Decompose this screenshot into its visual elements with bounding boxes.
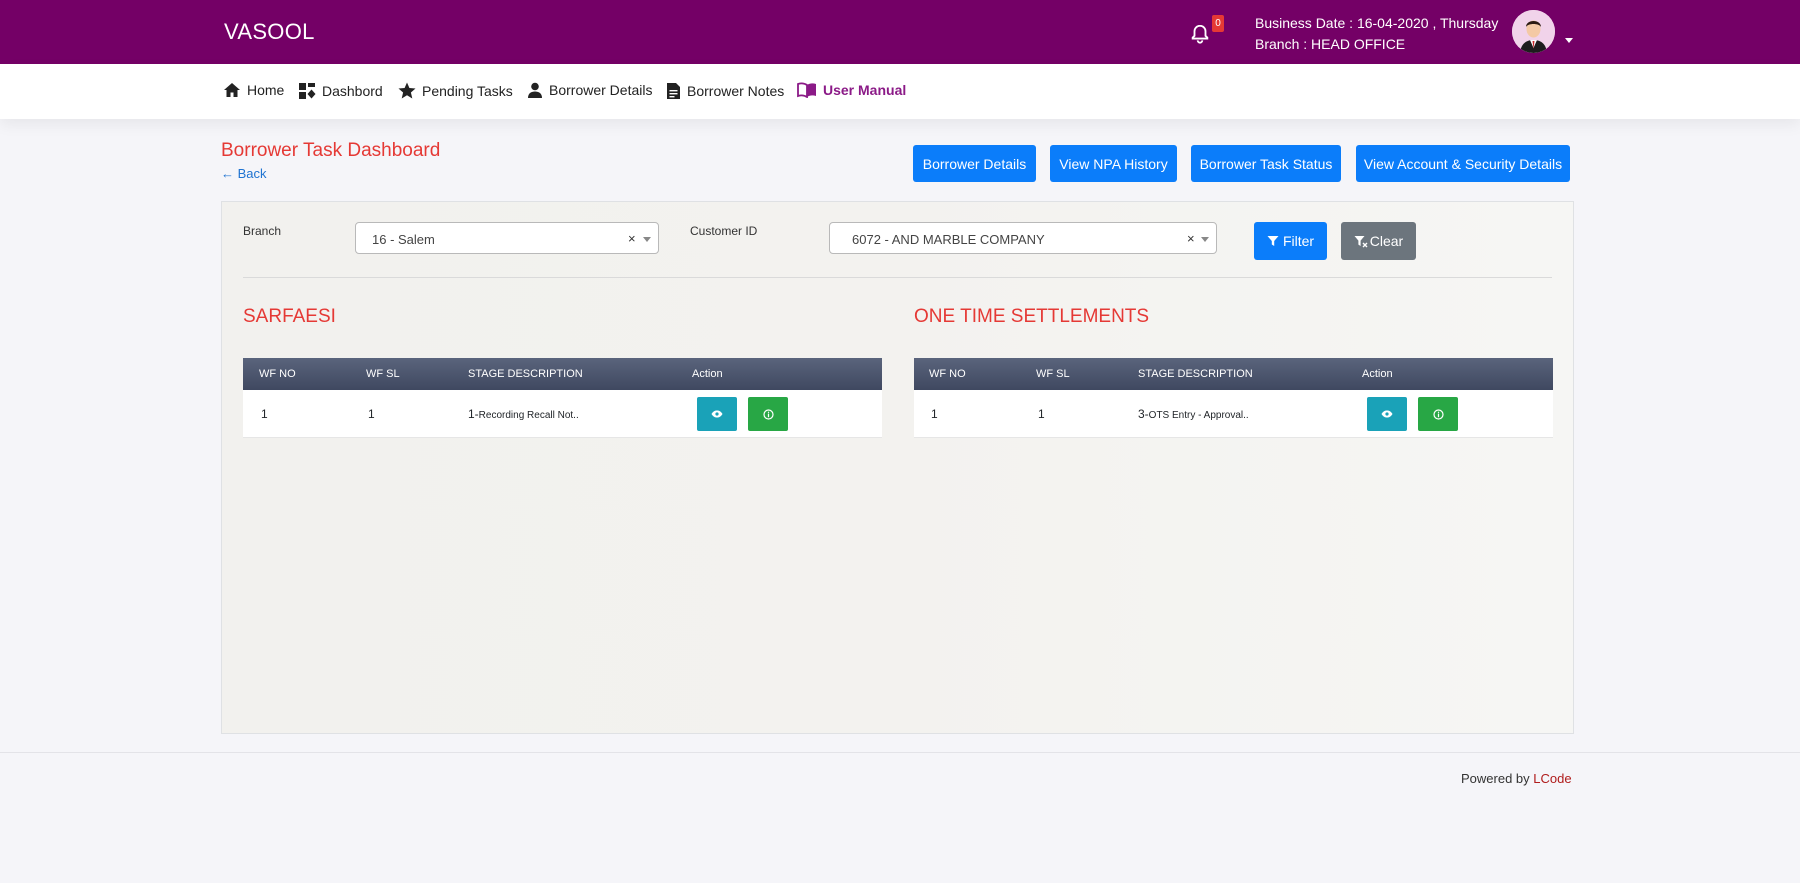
view-button[interactable]: [697, 397, 737, 431]
customer-id-label: Customer ID: [690, 224, 758, 238]
eye-icon: [1381, 410, 1393, 418]
column-header: WF NO: [929, 368, 966, 380]
clear-button[interactable]: Clear: [1341, 222, 1416, 260]
nav-user-manual[interactable]: User Manual: [797, 82, 906, 98]
info-icon: [762, 408, 774, 420]
footer-divider: [0, 752, 1800, 753]
branch-clear-icon[interactable]: ×: [628, 231, 636, 246]
borrower-task-status-button[interactable]: Borrower Task Status: [1191, 145, 1341, 182]
dashboard-icon: [299, 83, 316, 99]
main-nav: Home Dashbord Pending Tasks Borrower Det…: [0, 64, 1800, 119]
business-date-line: Business Date : 16-04-2020 , Thursday: [1255, 15, 1499, 31]
table-row: 1 1 1-Recording Recall Not..: [243, 390, 882, 438]
clear-filter-icon: [1354, 235, 1368, 247]
info-icon: [1432, 408, 1444, 420]
book-icon: [797, 82, 816, 98]
user-avatar-icon: [1512, 10, 1555, 53]
footer: Powered by LCode: [1461, 771, 1572, 786]
column-header: WF SL: [1036, 368, 1070, 380]
wf-sl-cell: 1: [368, 407, 375, 421]
customer-clear-icon[interactable]: ×: [1187, 231, 1195, 246]
chevron-down-icon[interactable]: [1565, 38, 1573, 43]
top-bar: VASOOL 0 Business Date : 16-04-2020 , Th…: [0, 0, 1800, 64]
table-header: WF NO WF SL STAGE DESCRIPTION Action: [243, 358, 882, 390]
business-date: 16-04-2020 , Thursday: [1356, 15, 1499, 31]
nav-borrower-notes[interactable]: Borrower Notes: [666, 82, 784, 100]
customer-id-select-value: 6072 - AND MARBLE COMPANY: [852, 232, 1045, 247]
borrower-details-button[interactable]: Borrower Details: [913, 145, 1036, 182]
star-icon: [398, 82, 416, 99]
wf-no-cell: 1: [261, 407, 268, 421]
branch-name: HEAD OFFICE: [1311, 36, 1406, 52]
app-brand[interactable]: VASOOL: [224, 19, 315, 45]
stage-description-cell: 1-Recording Recall Not..: [468, 407, 579, 421]
view-account-security-button[interactable]: View Account & Security Details: [1356, 145, 1570, 182]
notification-badge: 0: [1212, 15, 1224, 32]
view-button[interactable]: [1367, 397, 1407, 431]
back-link[interactable]: ← Back: [221, 166, 267, 181]
business-info: Business Date : 16-04-2020 , Thursday Br…: [1255, 13, 1498, 55]
eye-icon: [711, 410, 723, 418]
ots-title: ONE TIME SETTLEMENTS: [914, 306, 1150, 327]
filter-divider: [243, 277, 1552, 278]
view-npa-history-button[interactable]: View NPA History: [1050, 145, 1177, 182]
branch-line: Branch : HEAD OFFICE: [1255, 36, 1406, 52]
sarfaesi-title: SARFAESI: [243, 306, 336, 327]
table-header: WF NO WF SL STAGE DESCRIPTION Action: [914, 358, 1553, 390]
branch-label: Branch: [243, 224, 282, 238]
nav-pending-tasks[interactable]: Pending Tasks: [398, 82, 513, 99]
column-header: Action: [692, 368, 723, 380]
stage-description-cell: 3-OTS Entry - Approval..: [1138, 407, 1249, 421]
branch-select-value: 16 - Salem: [372, 232, 435, 247]
column-header: STAGE DESCRIPTION: [1138, 368, 1253, 380]
filter-icon: [1267, 236, 1279, 246]
column-header: Action: [1362, 368, 1393, 380]
avatar[interactable]: [1512, 10, 1555, 53]
info-button[interactable]: [1418, 397, 1458, 431]
home-icon: [224, 83, 240, 97]
ots-table: WF NO WF SL STAGE DESCRIPTION Action 1 1…: [914, 358, 1553, 438]
page-title: Borrower Task Dashboard: [221, 140, 441, 161]
document-icon: [667, 83, 680, 99]
column-header: STAGE DESCRIPTION: [468, 368, 583, 380]
dashboard-card: [221, 201, 1574, 734]
branch-dropdown-arrow-icon[interactable]: [643, 237, 651, 242]
filter-button[interactable]: Filter: [1254, 222, 1327, 260]
nav-home[interactable]: Home: [223, 82, 284, 98]
column-header: WF NO: [259, 368, 296, 380]
table-row: 1 1 3-OTS Entry - Approval..: [914, 390, 1553, 438]
customer-dropdown-arrow-icon[interactable]: [1201, 237, 1209, 242]
company-link[interactable]: LCode: [1533, 771, 1571, 786]
customer-id-select[interactable]: 6072 - AND MARBLE COMPANY ×: [829, 222, 1217, 254]
user-icon: [528, 82, 542, 98]
info-button[interactable]: [748, 397, 788, 431]
branch-select[interactable]: 16 - Salem ×: [355, 222, 659, 254]
sarfaesi-table: WF NO WF SL STAGE DESCRIPTION Action 1 1…: [243, 358, 882, 438]
nav-borrower-details[interactable]: Borrower Details: [527, 82, 652, 98]
wf-sl-cell: 1: [1038, 407, 1045, 421]
nav-dashboard[interactable]: Dashbord: [298, 82, 383, 100]
wf-no-cell: 1: [931, 407, 938, 421]
bell-icon[interactable]: [1189, 22, 1211, 46]
column-header: WF SL: [366, 368, 400, 380]
